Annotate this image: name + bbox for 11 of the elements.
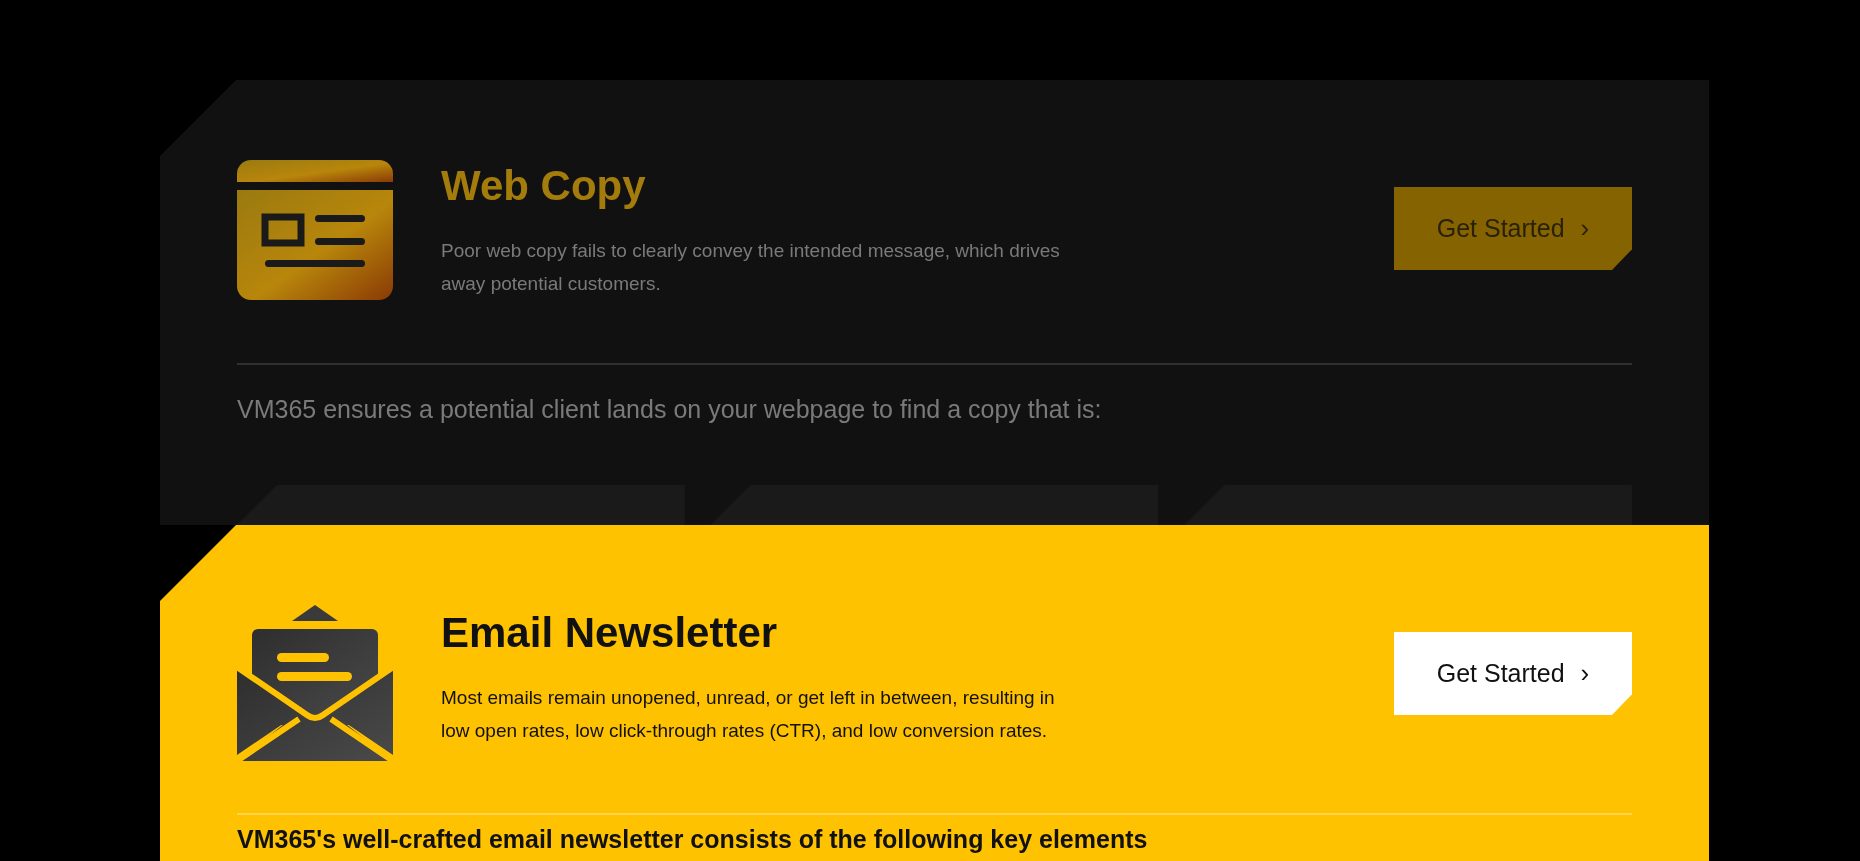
browser-window-icon [237,160,393,300]
card-description: Poor web copy fails to clearly convey the intended message, which drives away potential customers. [441,239,1061,296]
intro-text: VM365 ensures a potential client lands on your webpage to find a copy that is: [237,394,1103,425]
card-title: Web Copy [441,161,647,211]
card-description: Most emails remain unopened, unread, or get left in between, resulting in low open rates, low click-through rates (CTR), and low conversion rates. [441,686,1056,743]
intro-text: VM365's well-crafted email newsletter consists of the following key elements [237,824,1149,855]
chevron-icon: › [1580,209,1590,248]
envelope-icon [237,605,393,761]
card-title: Email Newsletter [441,608,779,658]
get-started-button[interactable]: Get Started › [1394,632,1632,715]
chevron-icon: › [1580,654,1590,693]
